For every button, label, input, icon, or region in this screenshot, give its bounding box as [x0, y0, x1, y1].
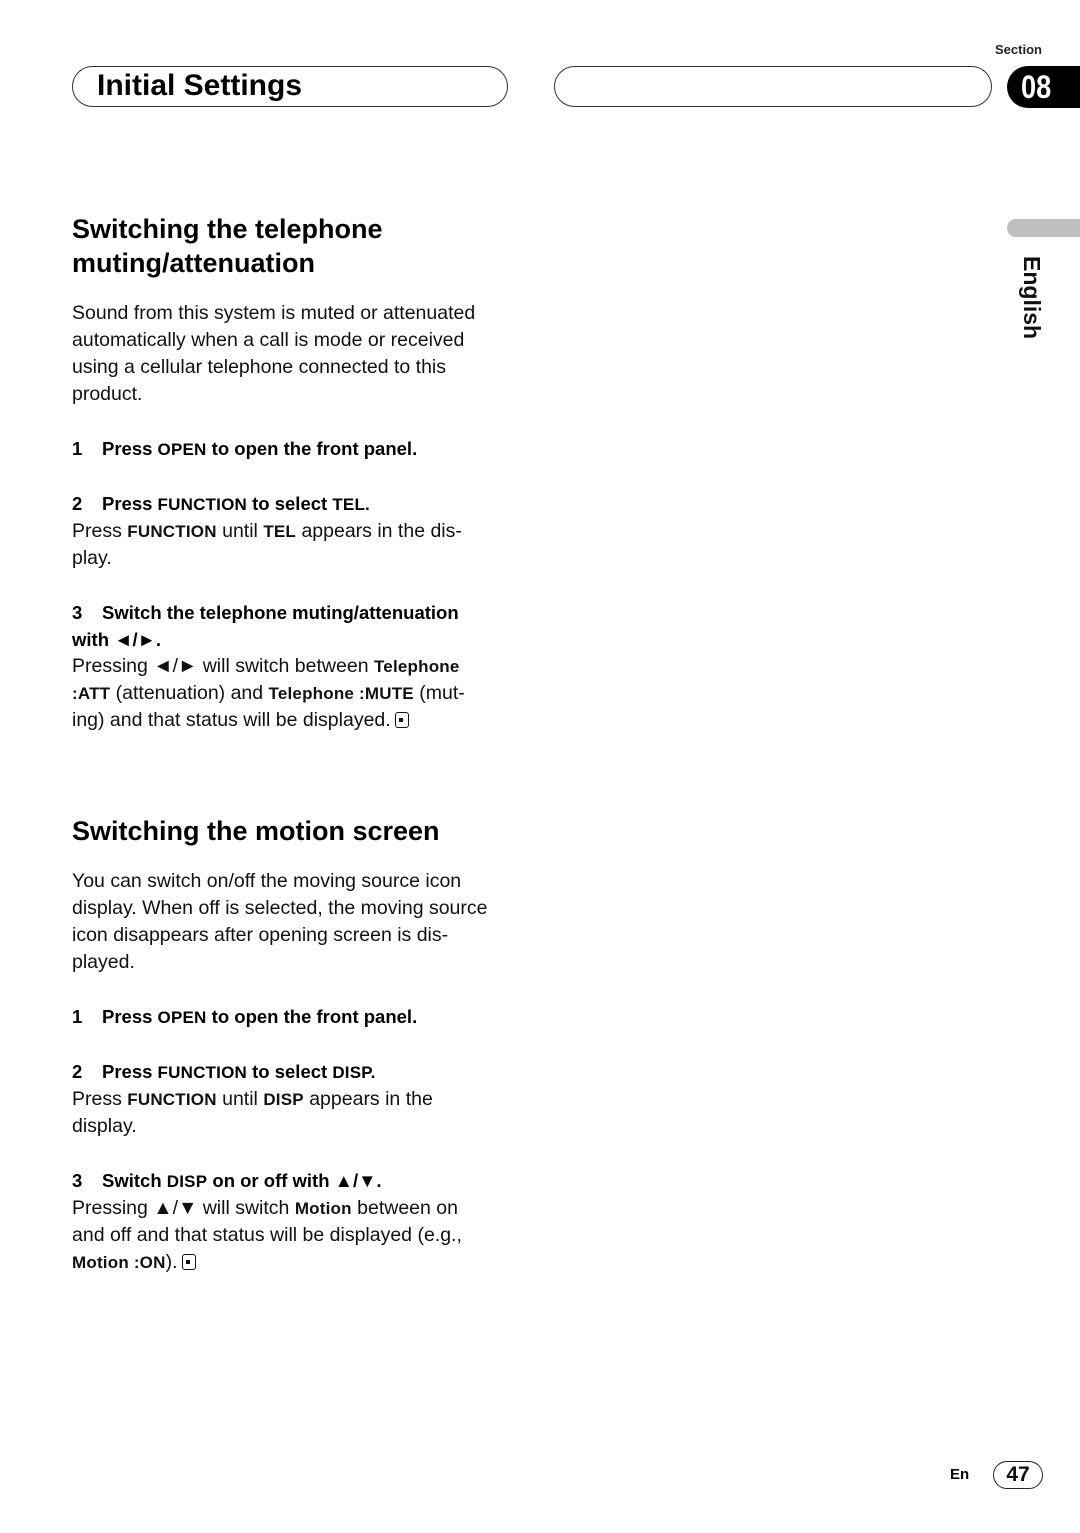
- section-label: Section: [995, 42, 1042, 57]
- section-telephone-muting: Switching the telephone muting/attenuati…: [72, 212, 522, 734]
- step-3: 3 Switch the telephone muting/attenuation…: [72, 602, 459, 650]
- language-tab: [1007, 219, 1080, 237]
- step-2-body: Press FUNCTION until DISP appears in the…: [72, 1088, 433, 1137]
- chapter-title-box: Initial Settings: [72, 66, 508, 107]
- step-3-body: Pressing ▲/▼ will switch Motion between …: [72, 1197, 462, 1273]
- intro-paragraph: Sound from this system is muted or atten…: [72, 302, 476, 405]
- section-number: 08: [1021, 69, 1052, 105]
- step-1: 1 Press OPEN to open the front panel.: [72, 438, 418, 459]
- step-2: 2 Press FUNCTION to select TEL.: [72, 493, 370, 514]
- step-1: 1 Press OPEN to open the front panel.: [72, 1006, 418, 1027]
- page-number: 47: [993, 1461, 1043, 1489]
- chapter-title: Initial Settings: [97, 69, 303, 102]
- section-heading: Switching the motion screen: [72, 816, 440, 846]
- end-of-section-icon: [181, 1254, 196, 1270]
- language-code: En: [950, 1466, 970, 1483]
- step-3: 3 Switch DISP on or off with ▲/▼.: [72, 1170, 382, 1191]
- section-motion-screen: Switching the motion screen You can swit…: [72, 814, 522, 1276]
- language-label: English: [1019, 256, 1045, 340]
- empty-header-box: [554, 66, 992, 107]
- section-number-tab: 08: [1007, 66, 1080, 108]
- step-2: 2 Press FUNCTION to select DISP.: [72, 1061, 376, 1082]
- intro-paragraph: You can switch on/off the moving source …: [72, 870, 488, 973]
- step-3-body: Pressing ◄/► will switch between Telepho…: [72, 655, 465, 731]
- step-2-body: Press FUNCTION until TEL appears in the …: [72, 520, 462, 569]
- section-heading: Switching the telephone muting/attenuati…: [72, 214, 383, 278]
- end-of-section-icon: [394, 712, 409, 728]
